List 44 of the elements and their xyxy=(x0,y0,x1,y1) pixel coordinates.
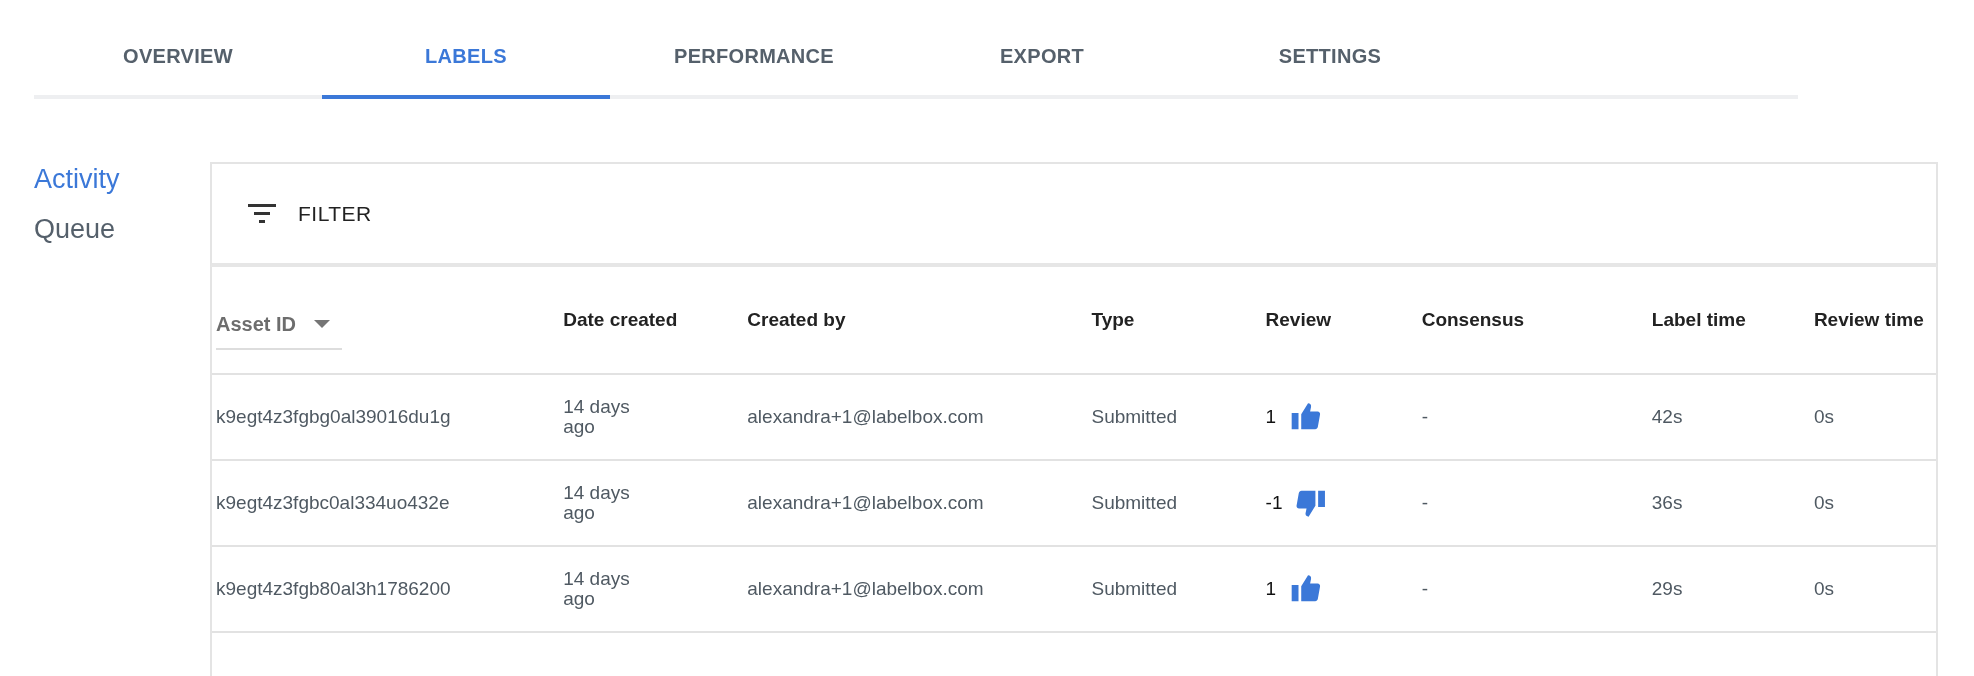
column-header: Created by xyxy=(747,309,846,330)
column-header: Type xyxy=(1091,309,1135,330)
table-cell: alexandra+1@labelbox.com xyxy=(747,578,984,599)
table-cell: Submitted xyxy=(1091,406,1178,427)
filter-button[interactable]: FILTER xyxy=(248,201,372,226)
table-cell: k9egt4z3fgbg0al39016du1g xyxy=(216,406,451,427)
table-cell: alexandra+1@labelbox.com xyxy=(747,492,984,513)
table-cell: - xyxy=(1421,492,1428,513)
sidebar-item[interactable]: Queue xyxy=(34,212,116,246)
thumbs-up-icon xyxy=(1290,402,1323,432)
tab[interactable]: SETTINGS xyxy=(1186,0,1474,99)
table-cell: k9egt4z3fgb80al3h1786200 xyxy=(216,578,451,599)
table-cell: k9egt4z3fgbc0al334uo432e xyxy=(216,492,450,513)
filter-icon xyxy=(248,203,276,224)
table-cell: 1 xyxy=(1265,578,1277,600)
table-cell-text: 14 days ago xyxy=(563,569,631,609)
column-header: Date created xyxy=(563,309,678,330)
sort-dropdown[interactable]: Asset ID xyxy=(216,302,342,350)
table-cell: - xyxy=(1421,406,1428,427)
table-cell: 0s xyxy=(1813,492,1834,513)
table-cell: 42s xyxy=(1651,406,1683,427)
column-header: Review xyxy=(1265,309,1332,330)
table-cell: 0s xyxy=(1813,578,1834,599)
column-header: Consensus xyxy=(1421,309,1525,330)
table-cell: 36s xyxy=(1651,492,1683,513)
table-cell: 0s xyxy=(1813,406,1834,427)
thumbs-up-icon xyxy=(1290,574,1323,604)
table-cell: - xyxy=(1421,578,1428,599)
column-header: Label time xyxy=(1651,309,1746,330)
table-cell: -1 xyxy=(1265,492,1283,514)
sidebar-item[interactable]: Activity xyxy=(34,162,120,196)
tab[interactable]: EXPORT xyxy=(898,0,1186,99)
table-cell: 29s xyxy=(1651,578,1683,599)
tab[interactable]: OVERVIEW xyxy=(34,0,322,99)
table-cell: Submitted xyxy=(1091,492,1178,513)
column-header: Review time xyxy=(1813,309,1924,330)
table-cell: 1 xyxy=(1265,406,1277,428)
table-cell-text: 14 days ago xyxy=(563,483,631,523)
caret-icon xyxy=(314,320,331,328)
table-cell: alexandra+1@labelbox.com xyxy=(747,406,984,427)
tab[interactable]: PERFORMANCE xyxy=(610,0,898,99)
tab[interactable]: LABELS xyxy=(322,0,610,99)
table-cell-text: 14 days ago xyxy=(563,397,631,437)
table-cell: Submitted xyxy=(1091,578,1178,599)
